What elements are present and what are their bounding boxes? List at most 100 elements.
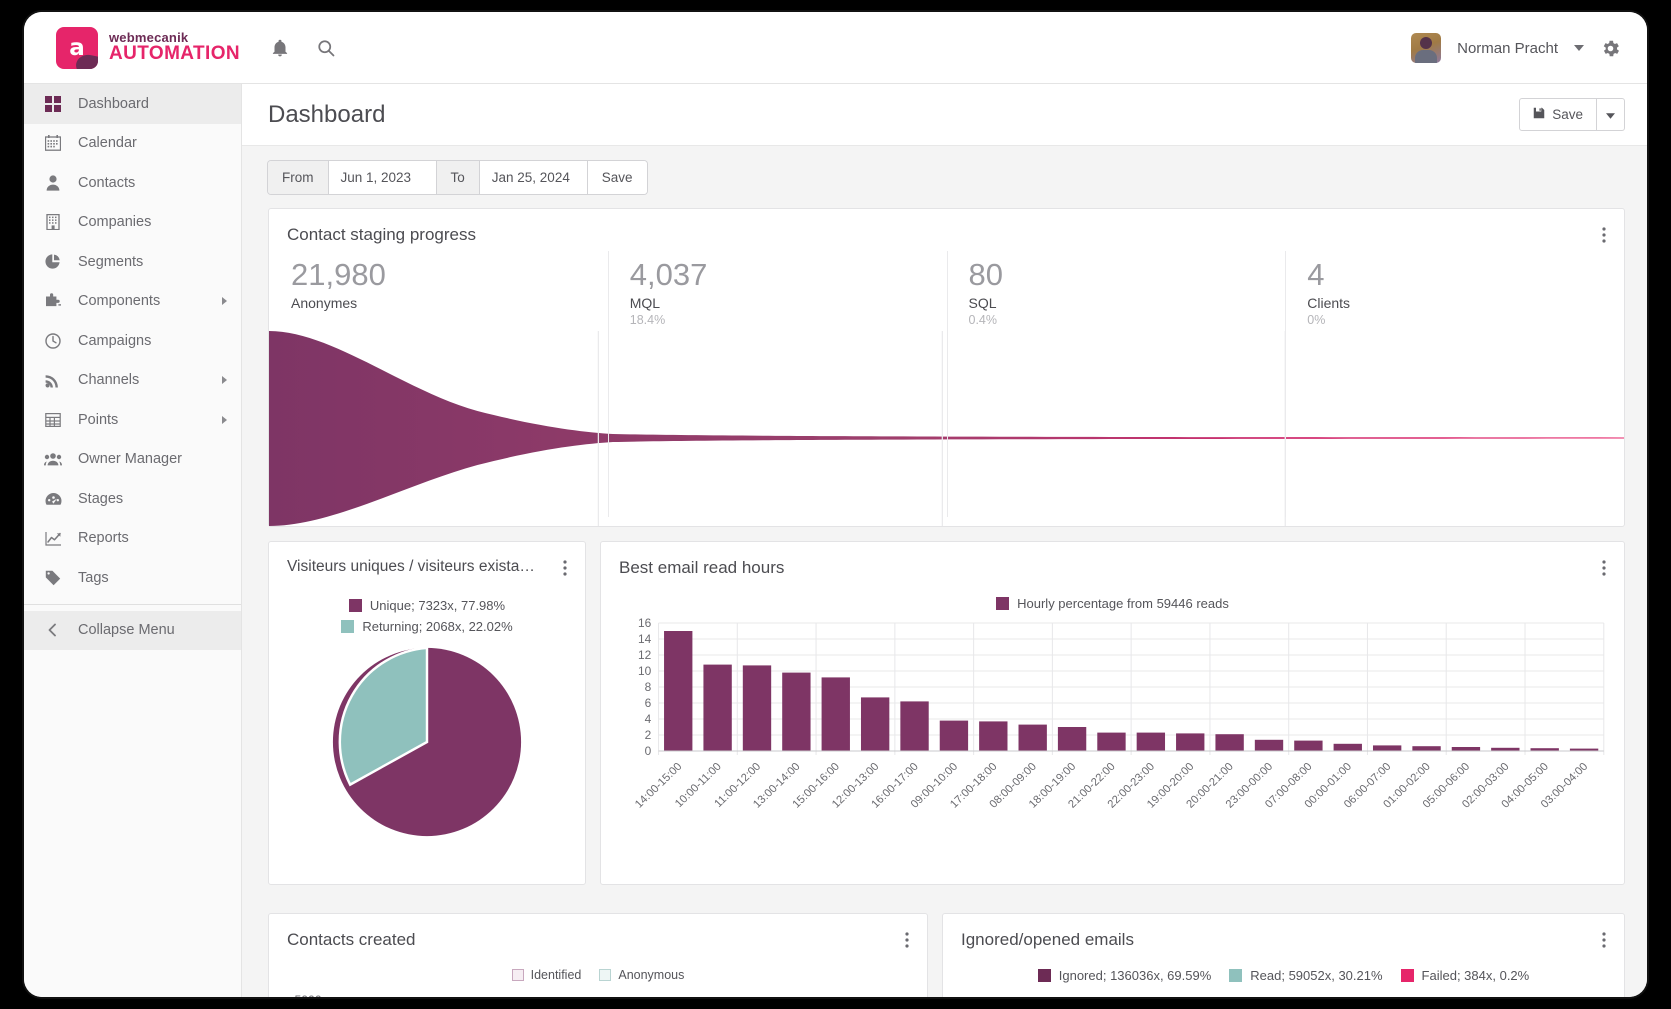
floppy-icon [1533, 107, 1545, 122]
contacts-legend: Identified Anonymous [269, 968, 927, 982]
bar[interactable] [703, 664, 732, 751]
calendar-icon [42, 135, 64, 152]
bar[interactable] [1333, 743, 1362, 751]
bar[interactable] [860, 697, 890, 751]
sidebar-collapse-button[interactable]: Collapse Menu [24, 610, 241, 650]
bell-icon[interactable] [270, 38, 290, 58]
sidebar-item-companies[interactable]: Companies [24, 203, 241, 243]
y-axis-tick: 14 [638, 633, 652, 646]
bar[interactable] [979, 721, 1008, 751]
ignored-opened-emails-card: Ignored/opened emails Ignored; 136036x, … [942, 912, 1625, 997]
bar[interactable] [1215, 733, 1244, 751]
grid-icon [42, 95, 64, 112]
bar[interactable] [1018, 724, 1047, 751]
save-button[interactable]: Save [1519, 98, 1597, 131]
y-axis-tick: 8 [645, 681, 652, 694]
sidebar-item-label: Campaigns [78, 332, 152, 349]
contacts-created-card: Contacts created Identified Anonymous [268, 912, 928, 997]
bar[interactable] [1254, 739, 1284, 751]
sidebar-item-channels[interactable]: Channels [24, 361, 241, 401]
sidebar-item-stages[interactable]: Stages [24, 479, 241, 519]
bar[interactable] [821, 677, 850, 751]
bar[interactable] [900, 701, 929, 751]
app-logo[interactable]: a webmecanik AUTOMATION [24, 12, 242, 84]
bar[interactable] [1057, 726, 1087, 751]
chevron-right-icon [222, 415, 227, 424]
bar[interactable] [664, 630, 693, 751]
kebab-menu-icon[interactable] [901, 930, 913, 950]
funnel-stage: 4 Clients 0% [1285, 251, 1624, 516]
clock-icon [42, 333, 64, 349]
funnel-stage-pct: 18.4% [629, 312, 666, 327]
legend-item[interactable]: Unique; 7323x, 77.98% [348, 598, 505, 613]
avatar[interactable] [1411, 33, 1442, 63]
legend-item[interactable]: Ignored; 136036x, 69.59% [1037, 968, 1211, 983]
emails-pie-chart [1273, 995, 1292, 997]
funnel-stage: 80 SQL 0.4% [946, 251, 1286, 516]
save-button-group: Save [1519, 98, 1625, 131]
chevron-right-icon [222, 376, 227, 385]
kebab-menu-icon[interactable] [559, 558, 571, 578]
gear-icon[interactable] [1600, 38, 1621, 59]
search-icon[interactable] [316, 38, 336, 58]
legend-item[interactable]: Identified [511, 968, 581, 982]
save-dropdown-button[interactable] [1597, 98, 1625, 131]
bar[interactable] [1294, 740, 1323, 751]
sidebar-item-contacts[interactable]: Contacts [24, 163, 241, 203]
sidebar-item-tags[interactable]: Tags [24, 558, 241, 598]
funnel-stage-value: 4 [1307, 257, 1325, 292]
legend-label: Anonymous [618, 967, 685, 982]
kebab-menu-icon[interactable] [1598, 225, 1610, 245]
sidebar-item-reports[interactable]: Reports [24, 519, 241, 559]
bar[interactable] [1451, 746, 1481, 751]
card-title: Ignored/opened emails [961, 929, 1134, 949]
emails-legend: Ignored; 136036x, 69.59% Read; 59052x, 3… [943, 968, 1624, 983]
bar[interactable] [1372, 745, 1402, 751]
bar[interactable] [1097, 732, 1126, 751]
kebab-menu-icon[interactable] [1598, 558, 1610, 578]
page-title: Dashboard [268, 100, 386, 128]
date-from-input[interactable]: Jun 1, 2023 [328, 160, 437, 194]
date-from-label: From [268, 160, 329, 194]
chevron-down-icon[interactable] [1574, 45, 1584, 51]
funnel-stage-label: MQL [629, 294, 661, 311]
sidebar-item-campaigns[interactable]: Campaigns [24, 321, 241, 361]
bar[interactable] [1136, 732, 1166, 751]
bar[interactable] [1176, 733, 1205, 751]
funnel-stage-pct [291, 313, 608, 329]
date-save-button[interactable]: Save [587, 160, 647, 194]
kebab-menu-icon[interactable] [1598, 930, 1610, 950]
sidebar-divider [24, 603, 241, 605]
sidebar-item-calendar[interactable]: Calendar [24, 124, 241, 164]
date-to-input[interactable]: Jan 25, 2024 [479, 160, 588, 194]
legend-item[interactable]: Anonymous [599, 968, 684, 982]
sidebar-item-segments[interactable]: Segments [24, 242, 241, 282]
legend-item[interactable]: Failed; 384x, 0.2% [1400, 968, 1529, 983]
bar[interactable] [939, 720, 969, 751]
legend-swatch-icon [1229, 968, 1243, 982]
bar[interactable] [782, 672, 811, 751]
logo-line-1: webmecanik [109, 29, 189, 45]
y-axis-tick: 2 [645, 729, 652, 742]
bar[interactable] [742, 665, 772, 751]
gauge-icon [42, 492, 64, 506]
sidebar-item-dashboard[interactable]: Dashboard [24, 84, 241, 124]
sidebar-item-components[interactable]: Components [24, 282, 241, 322]
user-name[interactable]: Norman Pracht [1457, 40, 1558, 57]
user-icon [42, 175, 64, 191]
legend-item[interactable]: Read; 59052x, 30.21% [1229, 968, 1383, 983]
table-icon [42, 412, 64, 428]
sidebar-item-label: Points [78, 411, 119, 428]
bar-chart: 024681012141614:00-15:0010:00-11:0011:00… [633, 617, 1605, 810]
funnel-stage-label: Anonymes [291, 294, 358, 311]
legend-item[interactable]: Hourly percentage from 59446 reads [996, 596, 1229, 611]
sidebar-item-owner-manager[interactable]: Owner Manager [24, 440, 241, 480]
legend-item[interactable]: Returning; 2068x, 22.02% [341, 619, 513, 634]
sidebar-item-label: Companies [78, 214, 152, 231]
bar[interactable] [1412, 745, 1441, 751]
sidebar-item-label: Stages [78, 490, 124, 507]
sidebar-item-points[interactable]: Points [24, 400, 241, 440]
legend-swatch-icon [996, 596, 1010, 610]
legend-swatch-icon [1037, 968, 1051, 982]
sidebar-item-label: Channels [78, 372, 140, 389]
